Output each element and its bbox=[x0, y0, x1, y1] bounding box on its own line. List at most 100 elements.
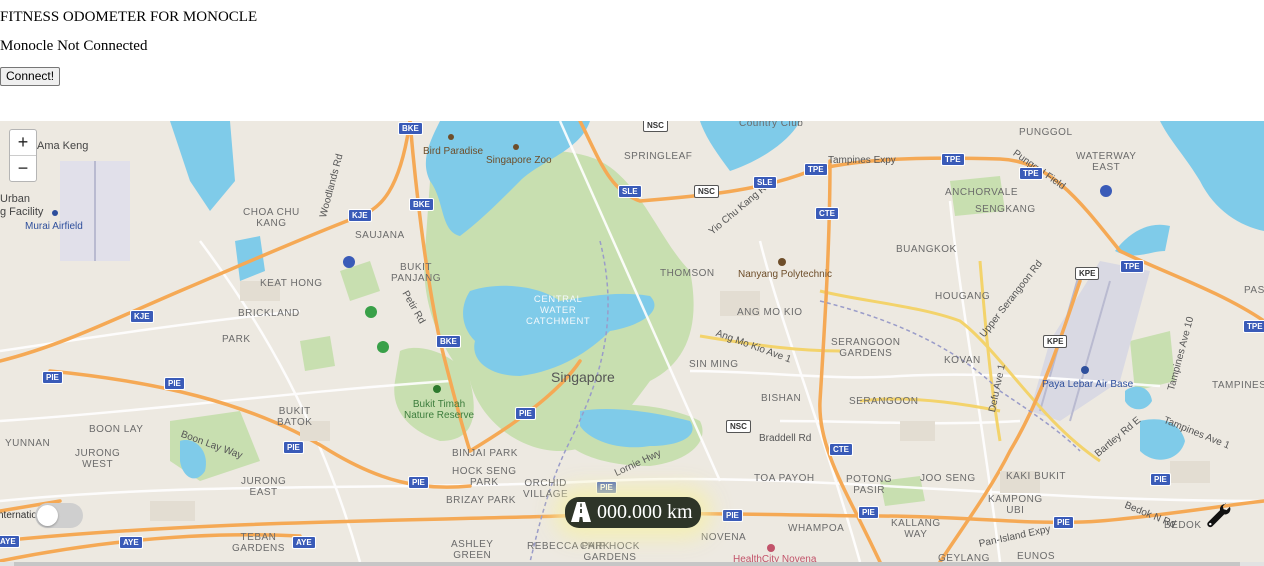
shield-pie: PIE bbox=[722, 509, 743, 522]
label-pas: PAS bbox=[1244, 285, 1264, 296]
label-bukit-timah: Bukit Timah Nature Reserve bbox=[404, 399, 475, 421]
label-eunos: EUNOS bbox=[1017, 551, 1056, 562]
shield-pie: PIE bbox=[408, 476, 429, 489]
label-singapore: Singapore bbox=[551, 369, 615, 385]
label-kallang-way: KALLANG WAY bbox=[891, 518, 941, 540]
label-boon-lay: BOON LAY bbox=[89, 424, 144, 435]
toggle-label: nternatio bbox=[0, 510, 37, 521]
shield-sle: SLE bbox=[753, 176, 777, 189]
units-toggle[interactable] bbox=[35, 503, 83, 528]
label-jurong-east: JURONG EAST bbox=[241, 476, 287, 498]
shield-pie: PIE bbox=[515, 407, 536, 420]
road-tampines-expy: Tampines Expy bbox=[828, 155, 896, 166]
shield-tpe: TPE bbox=[941, 153, 965, 166]
label-binjai-park: BINJAI PARK bbox=[452, 448, 518, 459]
shield-pie: PIE bbox=[1150, 473, 1171, 486]
label-park: PARK bbox=[222, 334, 251, 345]
toggle-knob[interactable] bbox=[37, 505, 58, 526]
label-saujana: SAUJANA bbox=[355, 230, 405, 241]
shield-pie: PIE bbox=[1053, 516, 1074, 529]
odometer-value: 000.000 km bbox=[597, 501, 693, 523]
label-yunnan: YUNNAN bbox=[5, 438, 51, 449]
label-ashley-green: ASHLEY GREEN bbox=[451, 539, 494, 561]
label-joo-seng: JOO SENG bbox=[920, 473, 976, 484]
scrollbar-thumb[interactable] bbox=[14, 562, 1240, 566]
label-ang-mo-kio: ANG MO KIO bbox=[737, 307, 803, 318]
label-kampong-ubi: KAMPONG UBI bbox=[988, 494, 1043, 516]
shield-bke: BKE bbox=[398, 122, 423, 135]
label-keat-hong: KEAT HONG bbox=[260, 278, 323, 289]
label-potong-pasir: POTONG PASIR bbox=[846, 474, 893, 496]
zoom-out-button[interactable]: − bbox=[10, 155, 36, 181]
label-healthcity: HealthCity Novena bbox=[733, 554, 817, 562]
label-country-club: Country Club bbox=[739, 121, 804, 129]
shield-sle: SLE bbox=[618, 185, 642, 198]
label-ama-keng: Ama Keng bbox=[37, 140, 89, 152]
label-jurong-west: JURONG WEST bbox=[75, 448, 121, 470]
shield-kje: KJE bbox=[348, 209, 372, 222]
label-bishan: BISHAN bbox=[761, 393, 802, 404]
label-waterway-east: WATERWAY EAST bbox=[1076, 151, 1137, 173]
shield-tpe: TPE bbox=[804, 163, 828, 176]
label-springleaf: SPRINGLEAF bbox=[624, 151, 693, 162]
odometer-display: 000.000 km bbox=[565, 497, 701, 528]
shield-cte: CTE bbox=[815, 207, 839, 220]
label-nanyang: Nanyang Polytechnic bbox=[738, 269, 832, 280]
label-novena: NOVENA bbox=[701, 532, 747, 543]
label-sin-ming: SIN MING bbox=[689, 359, 739, 370]
zoom-in-button[interactable]: + bbox=[10, 130, 36, 155]
label-buangkok: BUANGKOK bbox=[896, 244, 957, 255]
shield-bke: BKE bbox=[436, 335, 461, 348]
label-urban: Urban bbox=[0, 193, 30, 205]
label-orchid-village: ORCHID VILLAGE bbox=[523, 478, 569, 500]
shield-tpe: TPE bbox=[1019, 167, 1043, 180]
shield-cte: CTE bbox=[829, 443, 853, 456]
label-kovan: KOVAN bbox=[944, 355, 981, 366]
wrench-icon[interactable] bbox=[1205, 502, 1233, 530]
connection-status: Monocle Not Connected bbox=[0, 38, 148, 54]
label-tampines: TAMPINES bbox=[1212, 380, 1264, 391]
label-sengkang: SENGKANG bbox=[975, 204, 1036, 215]
label-facility: g Facility bbox=[0, 206, 44, 218]
label-whampoa: WHAMPOA bbox=[788, 523, 845, 534]
label-bukit-batok: BUKIT BATOK bbox=[277, 406, 313, 428]
road-braddell: Braddell Rd bbox=[759, 433, 812, 444]
label-serangoon: SERANGOON bbox=[849, 396, 919, 407]
label-kaki-bukit: KAKI BUKIT bbox=[1006, 471, 1067, 482]
zoom-control: + − bbox=[9, 129, 37, 182]
shield-pie: PIE bbox=[42, 371, 63, 384]
label-singapore-zoo: Singapore Zoo bbox=[486, 155, 552, 166]
shield-tpe: TPE bbox=[1243, 320, 1264, 333]
label-geylang: GEYLANG bbox=[938, 553, 990, 562]
shield-bke: BKE bbox=[409, 198, 434, 211]
label-brizay-park: BRIZAY PARK bbox=[446, 495, 516, 506]
label-hougang: HOUGANG bbox=[935, 291, 991, 302]
label-brickland: BRICKLAND bbox=[238, 308, 300, 319]
shield-nsc: NSC bbox=[643, 121, 668, 132]
label-hock-seng-park: HOCK SENG PARK bbox=[452, 466, 517, 488]
label-bukit-panjang: BUKIT PANJANG bbox=[391, 262, 441, 284]
shield-kje: KJE bbox=[130, 310, 154, 323]
shield-kpe: KPE bbox=[1075, 267, 1100, 280]
shield-pie: PIE bbox=[283, 441, 304, 454]
map[interactable]: Ama Keng Urban g Facility Murai Airfield… bbox=[0, 121, 1264, 562]
shield-aye: AYE bbox=[0, 535, 20, 548]
label-teban-gardens: TEBAN GARDENS bbox=[232, 532, 285, 554]
shield-pie: PIE bbox=[164, 377, 185, 390]
connect-button[interactable]: Connect! bbox=[0, 67, 61, 86]
label-thomson: THOMSON bbox=[660, 268, 715, 279]
shield-tpe: TPE bbox=[1120, 260, 1144, 273]
label-chip-hock-gardens: CHIP HOCK GARDENS bbox=[580, 541, 640, 562]
label-serangoon-gardens: SERANGOON GARDENS bbox=[831, 337, 901, 359]
label-bird-paradise: Bird Paradise bbox=[423, 146, 484, 157]
shield-aye: AYE bbox=[292, 536, 316, 549]
shield-nsc: NSC bbox=[694, 185, 719, 198]
horizontal-scrollbar[interactable] bbox=[0, 562, 1264, 566]
shield-pie: PIE bbox=[596, 481, 617, 494]
shield-nsc: NSC bbox=[726, 420, 751, 433]
label-murai-airfield: Murai Airfield bbox=[25, 221, 83, 232]
road-icon bbox=[571, 502, 591, 522]
shield-kpe: KPE bbox=[1043, 335, 1068, 348]
label-central-water-catchment: CENTRAL WATER CATCHMENT bbox=[526, 294, 591, 327]
label-toa-payoh: TOA PAYOH bbox=[754, 473, 815, 484]
